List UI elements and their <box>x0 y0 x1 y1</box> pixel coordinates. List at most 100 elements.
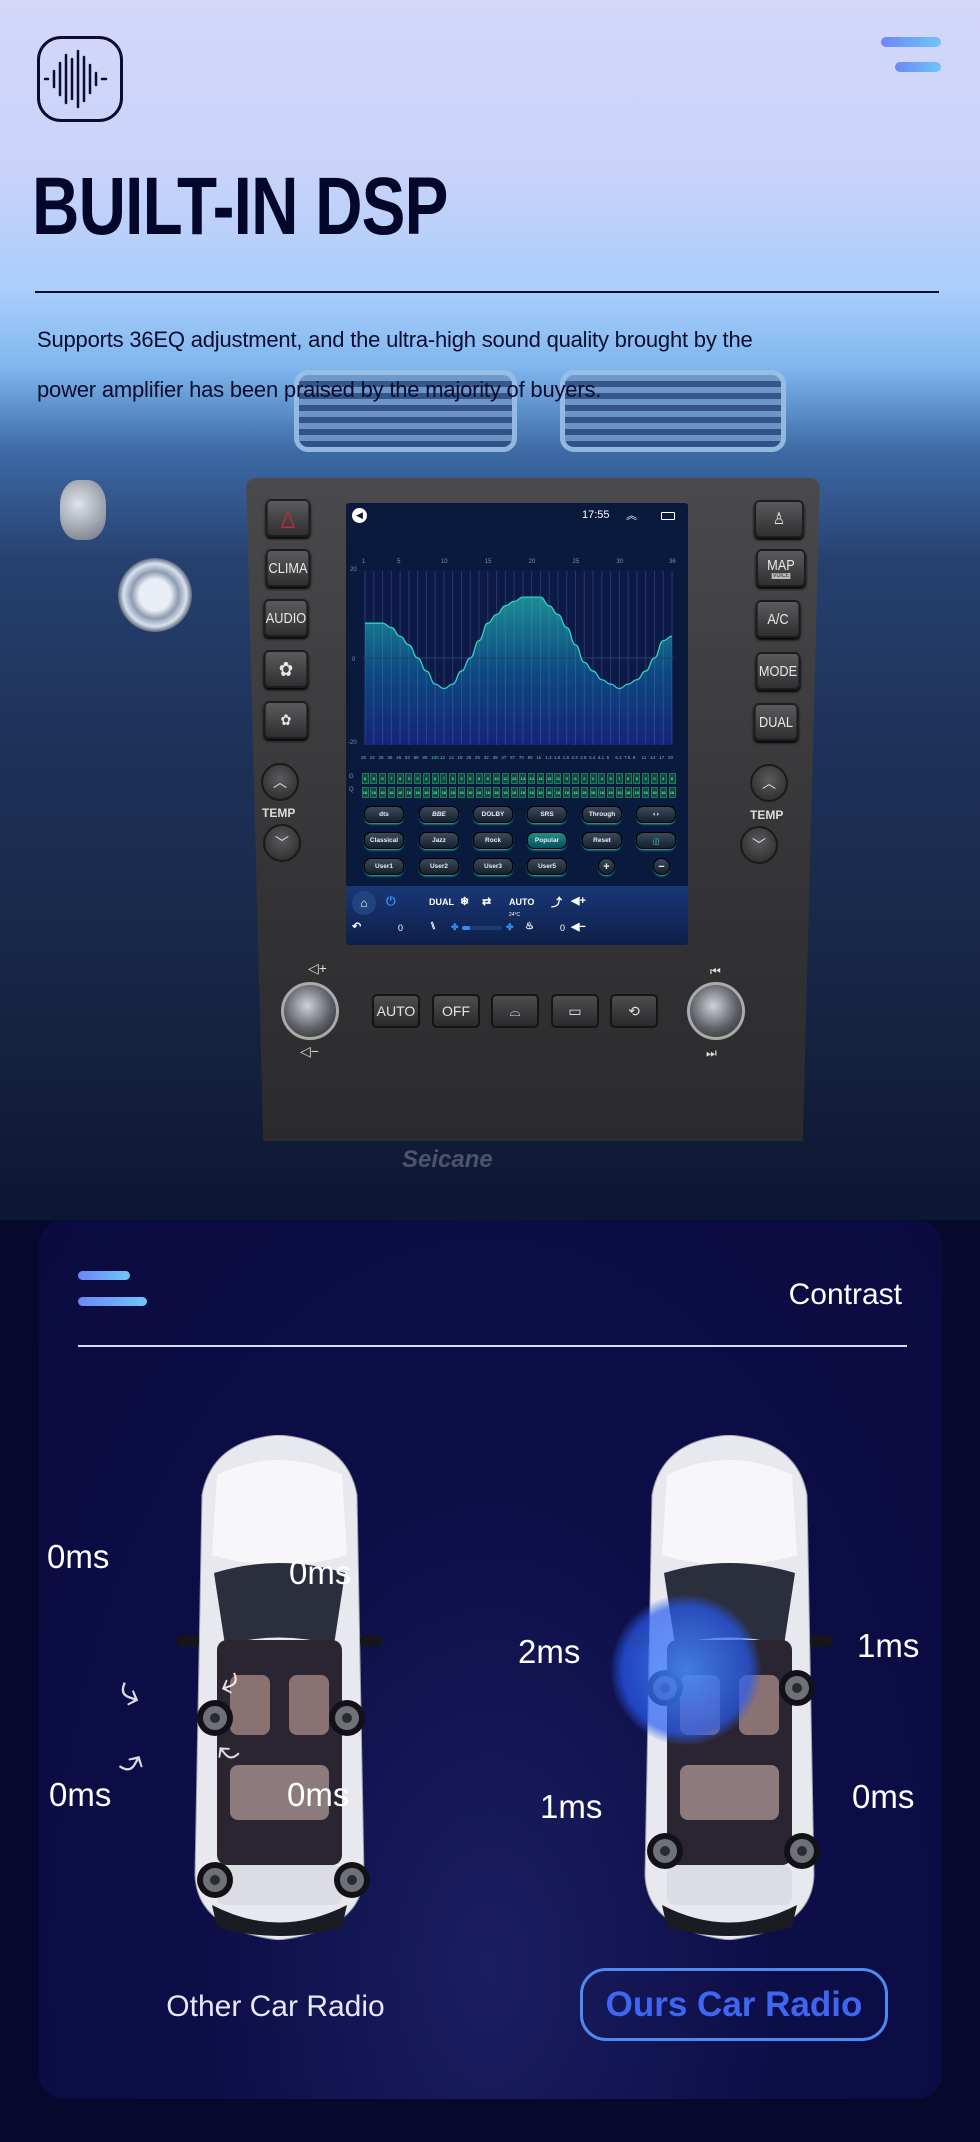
volume-down-icon[interactable]: ◀− <box>571 920 586 933</box>
gain-cell[interactable]: 4 <box>598 773 606 784</box>
gain-cell[interactable]: 8 <box>379 773 387 784</box>
q-cell[interactable]: 16 <box>642 787 650 798</box>
q-cell[interactable]: 16 <box>457 787 465 798</box>
q-cell[interactable]: 16 <box>440 787 448 798</box>
tune-knob[interactable] <box>687 982 745 1040</box>
dts-button[interactable]: dts <box>364 806 404 823</box>
gain-cell[interactable]: 0 <box>650 773 658 784</box>
q-cell[interactable]: 16 <box>501 787 509 798</box>
info-button[interactable]: ⓘ <box>636 832 676 849</box>
gain-cell[interactable]: 14 <box>528 773 536 784</box>
passenger-seatbelt-button[interactable]: ♙ <box>754 500 804 538</box>
q-cell[interactable]: 16 <box>589 787 597 798</box>
volume-up-icon[interactable]: ◀+ <box>571 894 586 907</box>
return-icon[interactable]: ↶ <box>352 920 361 933</box>
volume-knob[interactable] <box>281 982 339 1040</box>
dual-button[interactable]: DUAL <box>753 703 799 741</box>
q-cell[interactable]: 16 <box>580 787 588 798</box>
airflow-icon[interactable]: ⤴ <box>551 894 562 910</box>
gain-cell[interactable]: 3 <box>405 773 413 784</box>
user1-button[interactable]: User1 <box>364 858 404 875</box>
expand-icon[interactable]: ︽ <box>626 507 637 523</box>
mode-button[interactable]: MODE <box>755 652 801 690</box>
hazard-button[interactable]: △ <box>265 499 311 537</box>
front-defrost-button[interactable]: ⌓ <box>491 994 539 1028</box>
temp-up-right-button[interactable]: ︿ <box>750 764 788 802</box>
auto-button[interactable]: AUTO <box>372 994 420 1028</box>
fan-speed-slider[interactable] <box>462 926 502 930</box>
q-cell[interactable]: 16 <box>361 787 369 798</box>
gain-cell[interactable]: 3 <box>642 773 650 784</box>
gain-cell[interactable]: 6 <box>572 773 579 784</box>
temp-down-left-button[interactable]: ﹀ <box>263 824 301 862</box>
q-cell[interactable]: 16 <box>624 787 632 798</box>
gain-cell[interactable]: 6 <box>607 773 615 784</box>
gain-cell[interactable]: 7 <box>440 773 448 784</box>
gain-cell[interactable]: 0 <box>414 773 422 784</box>
q-cell[interactable]: 16 <box>598 787 606 798</box>
q-cell[interactable]: 16 <box>650 787 658 798</box>
gain-cell[interactable]: 13 <box>545 773 553 784</box>
menu-icon[interactable] <box>881 37 941 72</box>
home-icon[interactable]: ⌂ <box>352 891 376 915</box>
temp-up-left-button[interactable]: ︿ <box>261 763 299 801</box>
recent-apps-icon[interactable] <box>661 512 675 520</box>
q-cell[interactable]: 16 <box>615 787 623 798</box>
gain-cell[interactable]: 9 <box>563 773 571 784</box>
dolby-button[interactable]: DOLBY <box>473 806 513 823</box>
dual-toggle[interactable]: DUAL <box>429 897 454 907</box>
srs-button[interactable]: SRS <box>527 806 567 823</box>
q-cell[interactable]: 16 <box>370 787 378 798</box>
q-cell[interactable]: 16 <box>563 787 571 798</box>
gain-cell[interactable]: 8 <box>370 773 378 784</box>
user3-button[interactable]: User3 <box>473 858 513 875</box>
q-cell[interactable]: 16 <box>528 787 536 798</box>
q-cell[interactable]: 16 <box>659 787 667 798</box>
audio-button[interactable]: AUDIO <box>263 599 309 637</box>
user5-button[interactable]: User5 <box>527 858 567 875</box>
q-cell[interactable]: 16 <box>545 787 553 798</box>
menu-icon[interactable] <box>78 1271 147 1306</box>
gain-cell[interactable]: 3 <box>457 773 465 784</box>
power-icon[interactable]: ⏻ <box>386 894 396 909</box>
gain-cell[interactable]: 8 <box>633 773 641 784</box>
q-cell[interactable]: 16 <box>668 787 676 798</box>
fan-high-button[interactable]: ✿ <box>263 650 309 688</box>
gain-cell[interactable]: 8 <box>361 773 369 784</box>
gain-cell[interactable]: 8 <box>484 773 492 784</box>
through-button[interactable]: Through <box>582 806 622 823</box>
q-cell[interactable]: 16 <box>484 787 492 798</box>
add-button[interactable]: + <box>598 858 615 875</box>
off-button[interactable]: OFF <box>432 994 480 1028</box>
q-cell[interactable]: 16 <box>519 787 527 798</box>
q-cell[interactable]: 16 <box>554 787 562 798</box>
q-cell[interactable]: 16 <box>633 787 641 798</box>
gain-cell[interactable]: 8 <box>396 773 404 784</box>
gain-cell[interactable]: 8 <box>668 773 676 784</box>
fan-low-button[interactable]: ✿ <box>263 701 309 739</box>
q-cell[interactable]: 16 <box>396 787 404 798</box>
car-recirculation-icon[interactable]: ⇄ <box>482 895 491 908</box>
recirculation-button[interactable]: ⟲ <box>610 994 658 1028</box>
gain-cell[interactable]: 11 <box>554 773 562 784</box>
q-cell[interactable]: 16 <box>379 787 387 798</box>
rear-defrost-button[interactable]: ▭ <box>551 994 599 1028</box>
preset-popular[interactable]: Popular <box>527 832 567 849</box>
gain-cell[interactable]: 7 <box>387 773 395 784</box>
fan-low-icon[interactable]: ✤ <box>451 922 459 933</box>
q-cell[interactable]: 16 <box>475 787 483 798</box>
q-cell[interactable]: 16 <box>493 787 501 798</box>
gain-cell[interactable]: 6 <box>449 773 457 784</box>
q-cell[interactable]: 16 <box>405 787 413 798</box>
q-cell[interactable]: 16 <box>449 787 457 798</box>
gain-cell[interactable]: 8 <box>475 773 483 784</box>
q-cell[interactable]: 16 <box>510 787 518 798</box>
gain-cell[interactable]: 12 <box>501 773 509 784</box>
gain-cell[interactable]: 13 <box>510 773 518 784</box>
bbe-button[interactable]: BBE <box>419 806 459 823</box>
gain-cell[interactable]: 6 <box>431 773 439 784</box>
fan-high-icon[interactable]: ✤ <box>506 922 514 933</box>
gain-cell[interactable]: 2 <box>580 773 588 784</box>
clima-button[interactable]: CLIMA <box>265 549 311 587</box>
eq-graph[interactable] <box>363 571 674 745</box>
